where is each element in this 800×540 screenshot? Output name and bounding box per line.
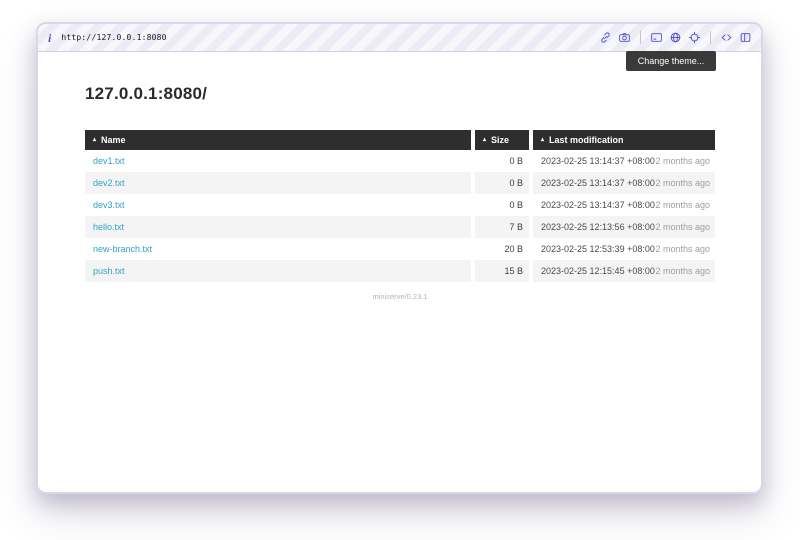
table-row: dev1.txt0 B2023-02-25 13:14:37 +08:002 m… bbox=[85, 150, 715, 172]
table-row: push.txt15 B2023-02-25 12:15:45 +08:002 … bbox=[85, 260, 715, 282]
file-size-cell: 20 B bbox=[475, 238, 529, 260]
sort-asc-icon: ▴ bbox=[541, 136, 544, 143]
file-name-cell: new-branch.txt bbox=[85, 238, 471, 260]
browser-toolbar bbox=[599, 31, 752, 44]
table-row: dev3.txt0 B2023-02-25 13:14:37 +08:002 m… bbox=[85, 194, 715, 216]
toolbar-divider bbox=[710, 31, 711, 44]
file-name-cell: dev2.txt bbox=[85, 172, 471, 194]
table-row: hello.txt7 B2023-02-25 12:13:56 +08:002 … bbox=[85, 216, 715, 238]
page-title: 127.0.0.1:8080/ bbox=[85, 84, 207, 104]
browser-topbar: i http://127.0.0.1:8080 bbox=[38, 24, 761, 52]
file-modified-cell: 2023-02-25 12:13:56 +08:002 months ago bbox=[533, 216, 715, 238]
modified-ago: 2 months ago bbox=[655, 266, 710, 276]
url-text[interactable]: http://127.0.0.1:8080 bbox=[61, 33, 166, 42]
file-modified-cell: 2023-02-25 13:14:37 +08:002 months ago bbox=[533, 194, 715, 216]
modified-ago: 2 months ago bbox=[655, 200, 710, 210]
info-icon[interactable]: i bbox=[48, 32, 51, 44]
column-header-name[interactable]: ▴ Name bbox=[85, 130, 471, 150]
sort-asc-icon: ▴ bbox=[93, 136, 96, 143]
camera-icon[interactable] bbox=[618, 31, 631, 44]
table-row: dev2.txt0 B2023-02-25 13:14:37 +08:002 m… bbox=[85, 172, 715, 194]
file-name-cell: dev3.txt bbox=[85, 194, 471, 216]
table-row: new-branch.txt20 B2023-02-25 12:53:39 +0… bbox=[85, 238, 715, 260]
server-version: miniserve/0.23.1 bbox=[85, 292, 715, 301]
file-name-cell: hello.txt bbox=[85, 216, 471, 238]
file-link[interactable]: new-branch.txt bbox=[93, 244, 152, 254]
file-table-header: ▴ Name ▴ Size ▴ Last modification bbox=[85, 130, 715, 150]
file-modified-cell: 2023-02-25 12:15:45 +08:002 months ago bbox=[533, 260, 715, 282]
file-modified-cell: 2023-02-25 13:14:37 +08:002 months ago bbox=[533, 150, 715, 172]
arrows-horizontal-icon[interactable] bbox=[720, 31, 733, 44]
file-table: ▴ Name ▴ Size ▴ Last modification dev1.t… bbox=[85, 130, 715, 282]
file-modified-cell: 2023-02-25 13:14:37 +08:002 months ago bbox=[533, 172, 715, 194]
file-link[interactable]: dev1.txt bbox=[93, 156, 125, 166]
change-theme-button[interactable]: Change theme... bbox=[626, 51, 716, 71]
file-link[interactable]: push.txt bbox=[93, 266, 125, 276]
sidebar-icon[interactable] bbox=[739, 31, 752, 44]
modified-ago: 2 months ago bbox=[655, 178, 710, 188]
column-header-size[interactable]: ▴ Size bbox=[475, 130, 529, 150]
link-icon[interactable] bbox=[599, 31, 612, 44]
file-table-body: dev1.txt0 B2023-02-25 13:14:37 +08:002 m… bbox=[85, 150, 715, 282]
file-size-cell: 15 B bbox=[475, 260, 529, 282]
crosshair-icon[interactable] bbox=[688, 31, 701, 44]
modified-ago: 2 months ago bbox=[655, 244, 710, 254]
modified-date: 2023-02-25 12:13:56 +08:00 bbox=[541, 222, 655, 232]
console-icon[interactable] bbox=[650, 31, 663, 44]
file-link[interactable]: hello.txt bbox=[93, 222, 124, 232]
file-link[interactable]: dev2.txt bbox=[93, 178, 125, 188]
sort-asc-icon: ▴ bbox=[483, 136, 486, 143]
column-label: Size bbox=[491, 135, 509, 145]
modified-date: 2023-02-25 12:53:39 +08:00 bbox=[541, 244, 655, 254]
file-name-cell: push.txt bbox=[85, 260, 471, 282]
modified-date: 2023-02-25 13:14:37 +08:00 bbox=[541, 156, 655, 166]
file-size-cell: 0 B bbox=[475, 194, 529, 216]
column-header-last-modification[interactable]: ▴ Last modification bbox=[533, 130, 715, 150]
file-size-cell: 0 B bbox=[475, 172, 529, 194]
modified-date: 2023-02-25 12:15:45 +08:00 bbox=[541, 266, 655, 276]
browser-window: i http://127.0.0.1:8080 bbox=[36, 22, 763, 494]
modified-ago: 2 months ago bbox=[655, 156, 710, 166]
modified-date: 2023-02-25 13:14:37 +08:00 bbox=[541, 200, 655, 210]
globe-icon[interactable] bbox=[669, 31, 682, 44]
file-link[interactable]: dev3.txt bbox=[93, 200, 125, 210]
toolbar-divider bbox=[640, 31, 641, 44]
file-size-cell: 0 B bbox=[475, 150, 529, 172]
file-size-cell: 7 B bbox=[475, 216, 529, 238]
modified-date: 2023-02-25 13:14:37 +08:00 bbox=[541, 178, 655, 188]
modified-ago: 2 months ago bbox=[655, 222, 710, 232]
file-name-cell: dev1.txt bbox=[85, 150, 471, 172]
column-label: Last modification bbox=[549, 135, 624, 145]
column-label: Name bbox=[101, 135, 126, 145]
file-modified-cell: 2023-02-25 12:53:39 +08:002 months ago bbox=[533, 238, 715, 260]
